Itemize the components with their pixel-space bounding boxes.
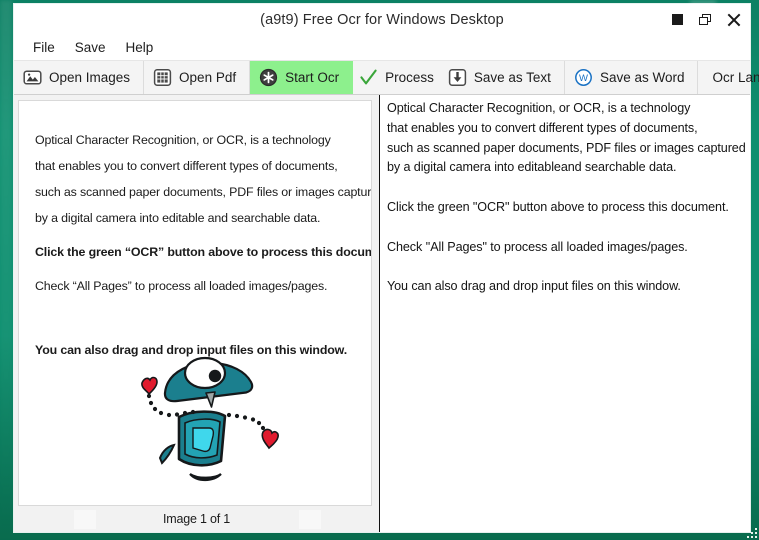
- open-images-label: Open Images: [49, 70, 131, 85]
- open-pdf-button[interactable]: Open Pdf: [144, 61, 251, 94]
- ocr-language-label: Ocr Language: [712, 70, 759, 85]
- menu-bar: File Save Help: [14, 35, 750, 61]
- open-images-button[interactable]: Open Images: [14, 61, 145, 94]
- main-content: Optical Character Recognition, or OCR, i…: [14, 95, 750, 532]
- ocr-result-line: by a digital camera into editableand sea…: [387, 160, 677, 175]
- preview-line: by a digital camera into editable and se…: [35, 211, 321, 225]
- start-ocr-label: Start Ocr: [285, 70, 340, 85]
- image-icon: [23, 68, 42, 87]
- menu-save[interactable]: Save: [66, 38, 115, 57]
- restore-icon: [699, 13, 712, 26]
- ocr-result-line: You can also drag and drop input files o…: [387, 279, 681, 294]
- title-bar[interactable]: (a9t9) Free Ocr for Windows Desktop: [14, 4, 750, 35]
- preview-document: Optical Character Recognition, or OCR, i…: [19, 101, 371, 505]
- ocr-result-blank-line: [387, 178, 742, 198]
- close-button[interactable]: [725, 11, 742, 28]
- status-nub: [299, 510, 321, 529]
- preview-line: Optical Character Recognition, or OCR, i…: [35, 133, 331, 147]
- close-icon: [727, 13, 741, 27]
- svg-text:W: W: [579, 73, 588, 84]
- image-preview-pane: Optical Character Recognition, or OCR, i…: [14, 95, 380, 532]
- toolbar: Open Images Open Pdf Start Ocr Process S…: [14, 61, 759, 95]
- page-indicator: Image 1 of 1: [162, 512, 231, 526]
- word-w-icon: W: [574, 68, 593, 87]
- ocr-result-line: Click the green "OCR" button above to pr…: [387, 199, 729, 214]
- open-pdf-label: Open Pdf: [179, 70, 237, 85]
- start-ocr-button[interactable]: Start Ocr: [250, 61, 354, 94]
- save-as-text-button[interactable]: Save as Text: [437, 61, 565, 94]
- process-button[interactable]: Process: [353, 61, 438, 94]
- application-window: (a9t9) Free Ocr for Windows Desktop File…: [14, 4, 759, 532]
- asterisk-icon: [259, 68, 278, 87]
- status-nub: [74, 510, 96, 529]
- preview-line: Check “All Pages” to process all loaded …: [35, 279, 328, 293]
- process-label: Process: [385, 70, 434, 85]
- preview-line: such as scanned paper documents, PDF fil…: [35, 185, 372, 199]
- ocr-result-line: Optical Character Recognition, or OCR, i…: [387, 101, 691, 115]
- bird-mascot-image: [127, 349, 287, 489]
- ocr-result-textarea[interactable]: Optical Character Recognition, or OCR, i…: [380, 95, 750, 532]
- save-as-word-label: Save as Word: [599, 70, 685, 85]
- menu-help[interactable]: Help: [117, 38, 163, 57]
- ocr-result-line: such as scanned paper documents, PDF fil…: [387, 140, 746, 155]
- download-arrow-icon: [448, 68, 467, 87]
- save-as-text-label: Save as Text: [473, 70, 551, 85]
- preview-line: that enables you to convert different ty…: [35, 159, 338, 173]
- preview-line: Click the green “OCR” button above to pr…: [35, 245, 372, 259]
- status-bar: Image 1 of 1: [14, 506, 379, 532]
- preview-canvas[interactable]: Optical Character Recognition, or OCR, i…: [18, 100, 372, 506]
- window-title: (a9t9) Free Ocr for Windows Desktop: [260, 11, 504, 28]
- save-as-word-button[interactable]: W Save as Word: [564, 61, 699, 94]
- ocr-result-line: Check ''All Pages" to process all loaded…: [387, 239, 688, 254]
- ocr-result-blank-line: [387, 218, 742, 238]
- checkmark-icon: [359, 68, 378, 87]
- pdf-grid-icon: [153, 68, 172, 87]
- ocr-result-blank-line: [387, 257, 742, 277]
- menu-file[interactable]: File: [24, 38, 64, 57]
- window-controls: [669, 4, 742, 35]
- minimize-icon: [672, 14, 683, 25]
- ocr-result-line: that enables you to convert different ty…: [387, 120, 698, 135]
- maximize-button[interactable]: [697, 11, 714, 28]
- minimize-button[interactable]: [669, 11, 686, 28]
